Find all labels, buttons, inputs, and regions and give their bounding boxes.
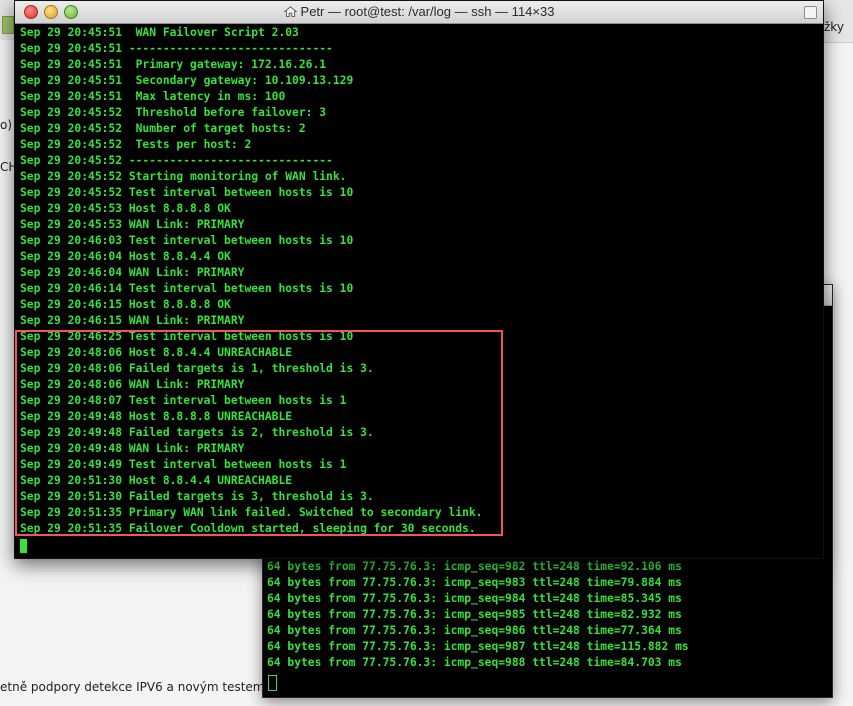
log-line: Sep 29 20:51:35 Primary WAN link failed.… (20, 506, 483, 519)
background-article-text: etně podpory detekce IPV6 a novým testem… (0, 680, 287, 694)
log-line: Sep 29 20:45:51 Max latency in ms: 100 (20, 90, 286, 103)
background-tab-marker (2, 16, 14, 34)
terminal-output: Sep 29 20:45:51 WAN Failover Script 2.03… (20, 25, 823, 537)
log-line: Sep 29 20:45:53 Host 8.8.8.8 OK (20, 202, 231, 215)
log-line: Sep 29 20:48:06 Host 8.8.4.4 UNREACHABLE (20, 346, 293, 359)
home-icon (283, 6, 297, 17)
log-line: Sep 29 20:46:14 Test interval between ho… (20, 282, 354, 295)
window-title: Petr — root@test: /var/log — ssh — 114×3… (15, 1, 823, 23)
ping-line: 64 bytes from 77.75.76.3: icmp_seq=988 t… (267, 656, 682, 669)
log-line: Sep 29 20:48:06 WAN Link: PRIMARY (20, 378, 245, 391)
ping-terminal-output: 64 bytes from 77.75.76.3: icmp_seq=982 t… (267, 559, 832, 671)
log-line: Sep 29 20:51:35 Failover Cooldown starte… (20, 522, 476, 535)
log-line: Sep 29 20:46:25 Test interval between ho… (20, 330, 354, 343)
log-line: Sep 29 20:51:30 Host 8.8.4.4 UNREACHABLE (20, 474, 293, 487)
log-line: Sep 29 20:45:51 ------------------------… (20, 42, 333, 55)
toolbar-toggle-icon[interactable] (804, 6, 817, 19)
terminal-titlebar[interactable]: Petr — root@test: /var/log — ssh — 114×3… (15, 1, 823, 24)
log-line: Sep 29 20:45:52 Test interval between ho… (20, 186, 354, 199)
log-line: Sep 29 20:49:48 Failed targets is 2, thr… (20, 426, 374, 439)
terminal-window[interactable]: Petr — root@test: /var/log — ssh — 114×3… (14, 0, 824, 559)
log-line: Sep 29 20:49:49 Test interval between ho… (20, 458, 347, 471)
ping-terminal-cursor (268, 675, 277, 691)
log-line: Sep 29 20:48:06 Failed targets is 1, thr… (20, 362, 374, 375)
log-line: Sep 29 20:46:15 Host 8.8.8.8 OK (20, 298, 231, 311)
log-line: Sep 29 20:45:51 WAN Failover Script 2.03 (20, 26, 299, 39)
log-line: Sep 29 20:48:07 Test interval between ho… (20, 394, 347, 407)
background-top-right-bar: žky (822, 0, 853, 43)
log-line: Sep 29 20:45:51 Secondary gateway: 10.10… (20, 74, 354, 87)
ping-line: 64 bytes from 77.75.76.3: icmp_seq=987 t… (267, 640, 689, 653)
log-line: Sep 29 20:46:03 Test interval between ho… (20, 234, 354, 247)
log-line: Sep 29 20:49:48 WAN Link: PRIMARY (20, 442, 245, 455)
log-line: Sep 29 20:45:52 Starting monitoring of W… (20, 170, 347, 183)
log-line: Sep 29 20:49:48 Host 8.8.8.8 UNREACHABLE (20, 410, 293, 423)
window-title-text: Petr — root@test: /var/log — ssh — 114×3… (300, 4, 555, 19)
log-line: Sep 29 20:45:52 Threshold before failove… (20, 106, 327, 119)
log-line: Sep 29 20:51:30 Failed targets is 3, thr… (20, 490, 374, 503)
log-line: Sep 29 20:45:52 Tests per host: 2 (20, 138, 252, 151)
background-top-right-text: žky (824, 20, 844, 34)
ping-line: 64 bytes from 77.75.76.3: icmp_seq=985 t… (267, 608, 682, 621)
ping-line: 64 bytes from 77.75.76.3: icmp_seq=982 t… (267, 560, 682, 573)
terminal-cursor (20, 539, 27, 553)
log-line: Sep 29 20:46:04 Host 8.8.4.4 OK (20, 250, 231, 263)
log-line: Sep 29 20:45:52 ------------------------… (20, 154, 333, 167)
log-line: Sep 29 20:46:15 WAN Link: PRIMARY (20, 314, 245, 327)
ping-line: 64 bytes from 77.75.76.3: icmp_seq=983 t… (267, 576, 682, 589)
log-line: Sep 29 20:45:53 WAN Link: PRIMARY (20, 218, 245, 231)
log-line: Sep 29 20:45:51 Primary gateway: 172.16.… (20, 58, 327, 71)
log-line: Sep 29 20:46:04 WAN Link: PRIMARY (20, 266, 245, 279)
log-line: Sep 29 20:45:52 Number of target hosts: … (20, 122, 306, 135)
ping-line: 64 bytes from 77.75.76.3: icmp_seq=986 t… (267, 624, 682, 637)
background-fragment-1: o) (0, 118, 13, 132)
ping-line: 64 bytes from 77.75.76.3: icmp_seq=984 t… (267, 592, 682, 605)
